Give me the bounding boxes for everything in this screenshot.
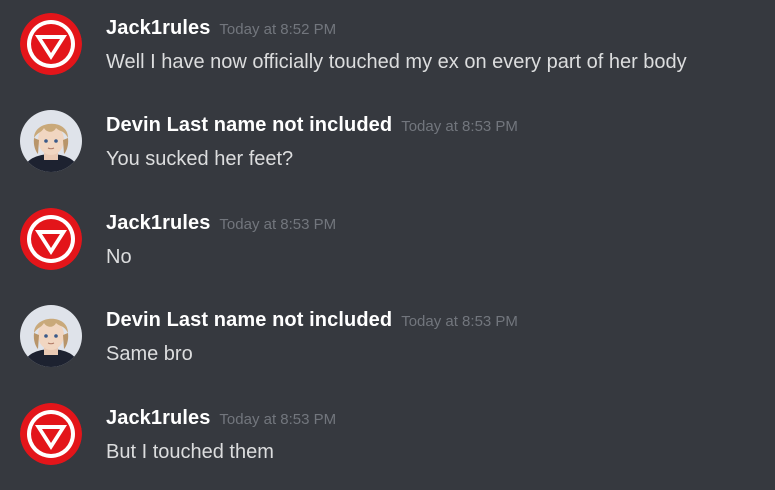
message: Jack1rules Today at 8:52 PM Well I have n… <box>0 0 775 75</box>
username[interactable]: Jack1rules <box>106 212 210 234</box>
anime-character-icon <box>20 305 82 367</box>
message-header: Devin Last name not included Today at 8:5… <box>106 112 518 140</box>
red-v-logo-icon <box>20 403 82 465</box>
red-v-logo-icon <box>20 13 82 75</box>
message-text: No <box>106 246 132 268</box>
anime-character-icon <box>20 110 82 172</box>
username[interactable]: Jack1rules <box>106 407 210 429</box>
timestamp: Today at 8:52 PM <box>219 21 337 38</box>
avatar[interactable] <box>20 13 82 75</box>
message-header: Devin Last name not included Today at 8:5… <box>106 307 518 335</box>
timestamp: Today at 8:53 PM <box>401 118 518 135</box>
message: Jack1rules Today at 8:53 PM No <box>0 195 775 270</box>
avatar[interactable] <box>20 110 82 172</box>
message-text: Well I have now officially touched my ex… <box>106 51 687 73</box>
avatar[interactable] <box>20 305 82 367</box>
red-v-logo-icon <box>20 208 82 270</box>
message-text: You sucked her feet? <box>106 148 294 170</box>
message: Devin Last name not included Today at 8:5… <box>0 292 775 367</box>
message-text: But I touched them <box>106 441 274 463</box>
timestamp: Today at 8:53 PM <box>219 216 337 233</box>
avatar[interactable] <box>20 403 82 465</box>
chat-messages: Jack1rules Today at 8:52 PM Well I have n… <box>0 0 775 490</box>
message: Devin Last name not included Today at 8:5… <box>0 97 775 172</box>
username[interactable]: Jack1rules <box>106 17 210 39</box>
username[interactable]: Devin Last name not included <box>106 114 392 136</box>
message: Jack1rules Today at 8:53 PM But I touched… <box>0 390 775 465</box>
timestamp: Today at 8:53 PM <box>401 313 518 330</box>
message-header: Jack1rules Today at 8:53 PM <box>106 405 336 433</box>
message-text: Same bro <box>106 343 193 365</box>
avatar[interactable] <box>20 208 82 270</box>
timestamp: Today at 8:53 PM <box>219 411 337 428</box>
message-header: Jack1rules Today at 8:52 PM <box>106 15 336 43</box>
message-header: Jack1rules Today at 8:53 PM <box>106 210 336 238</box>
username[interactable]: Devin Last name not included <box>106 309 392 331</box>
